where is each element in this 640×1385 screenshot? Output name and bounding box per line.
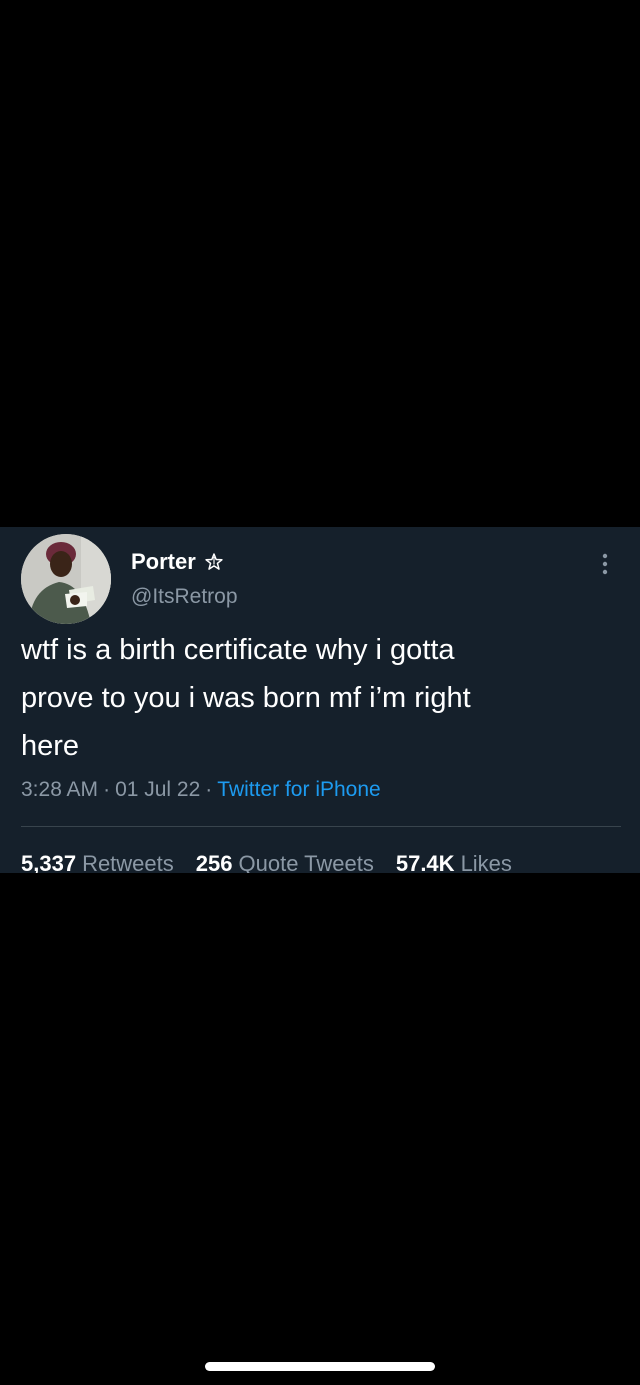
likes-count: 57.4K [395,851,455,873]
tweet-text: wtf is a birth certificate why i gotta p… [21,634,471,762]
author-name-row[interactable]: Porter [131,549,224,575]
author-handle[interactable]: @ItsRetrop [131,585,238,609]
avatar-photo [21,534,111,624]
quote-tweets-count: 256 [195,851,233,873]
retweets-count: 5,337 [21,851,77,873]
retweets-stat[interactable]: 5,337 Retweets [21,851,174,873]
avatar[interactable] [21,534,111,624]
meta-separator: · [205,778,213,801]
divider [21,826,621,827]
home-indicator[interactable] [205,1362,435,1371]
tweet-source-link[interactable]: Twitter for iPhone [217,778,380,801]
more-options-icon[interactable] [593,549,617,579]
tweet-card: Porter @ItsRetrop wtf is a birth certifi… [0,527,640,873]
tweet-date[interactable]: 01 Jul 22 [115,778,200,801]
quote-tweets-label: Quote Tweets [238,851,374,873]
likes-stat[interactable]: 57.4K Likes [396,851,512,873]
author-display-name[interactable]: Porter [131,549,196,575]
tweet-stats: 5,337 Retweets 256 Quote Tweets 57.4K Likes [21,851,512,873]
tweet-meta: 3:28 AM · 01 Jul 22 · Twitter for iPhone [21,778,381,802]
retweets-label: Retweets [82,851,174,873]
meta-separator: · [103,778,111,801]
likes-label: Likes [460,851,512,873]
quote-tweets-stat[interactable]: 256 Quote Tweets [196,851,374,873]
star-outline-icon [205,553,223,570]
tweet-time[interactable]: 3:28 AM [21,778,98,801]
